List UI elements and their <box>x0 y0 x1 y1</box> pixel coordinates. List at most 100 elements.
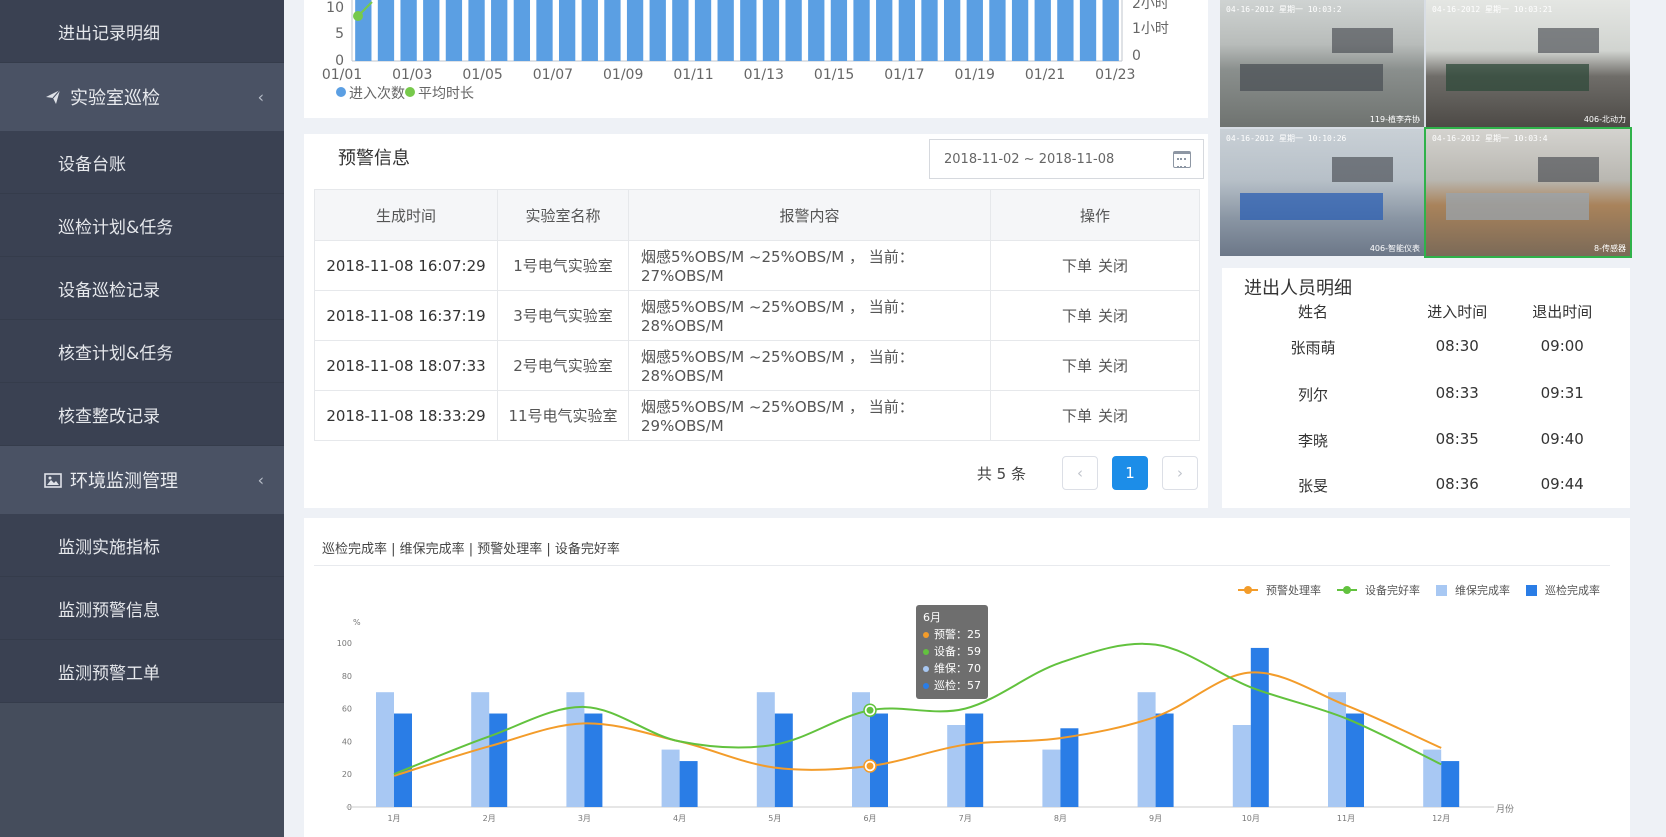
camera-feed[interactable]: 04-16-2012 星期一 10:03:21 406-北动力 <box>1426 0 1630 127</box>
camera-feed[interactable]: 04-16-2012 星期一 10:03:4 8-传感器 <box>1424 127 1632 258</box>
bar-维保完成率[interactable] <box>661 749 680 807</box>
exit-time: 09:44 <box>1540 475 1584 493</box>
entry-bar[interactable] <box>853 0 870 61</box>
entry-bar[interactable] <box>491 0 508 61</box>
bar-巡检完成率[interactable] <box>394 713 412 807</box>
entry-bar[interactable] <box>649 0 666 61</box>
bar-巡检完成率[interactable] <box>584 713 603 807</box>
order-link[interactable]: 下单 <box>1062 357 1092 375</box>
entry-bar[interactable] <box>808 0 825 61</box>
close-link[interactable]: 关闭 <box>1098 257 1128 275</box>
menu-group-7[interactable]: 环境监测管理 ‹ <box>0 446 284 514</box>
row-actions: 下单 关闭 <box>990 290 1200 341</box>
entry-bar[interactable] <box>581 0 598 61</box>
close-link[interactable]: 关闭 <box>1098 357 1128 375</box>
warning-panel: 预警信息 2018-11-02 ~ 2018-11-08 生成时间 实验室名称 … <box>304 134 1208 508</box>
bar-维保完成率[interactable] <box>1328 692 1346 807</box>
sidebar-item[interactable]: 进出记录明细 <box>0 0 284 63</box>
camera-timestamp: 04-16-2012 星期一 10:03:4 <box>1432 134 1548 143</box>
sidebar-item[interactable]: 核查计划&任务 <box>0 320 284 383</box>
bar-巡检完成率[interactable] <box>489 713 508 807</box>
bar-维保完成率[interactable] <box>1042 749 1061 807</box>
entry-bar[interactable] <box>830 0 848 61</box>
entry-bar[interactable] <box>423 0 440 61</box>
sidebar-item[interactable]: 监测预警信息 <box>0 577 284 640</box>
entry-bar[interactable] <box>943 0 961 61</box>
x-tick-label: 01/15 <box>814 67 854 83</box>
entry-bar[interactable] <box>672 0 689 61</box>
entry-bar[interactable] <box>1102 0 1119 61</box>
entry-bar[interactable] <box>921 0 938 61</box>
entry-bar[interactable] <box>762 0 780 61</box>
entry-bar[interactable] <box>400 0 417 61</box>
video-wall: 04-16-2012 星期一 10:03:2 119-植李卉协 04-16-2012… <box>1220 0 1632 258</box>
highlight-point-core <box>866 762 874 770</box>
category-label: 7月 <box>959 814 972 823</box>
camera-feed[interactable]: 04-16-2012 星期一 10:03:2 119-植李卉协 <box>1220 0 1424 127</box>
sidebar-item[interactable]: 巡检计划&任务 <box>0 194 284 257</box>
camera-feed[interactable]: 04-16-2012 星期一 10:10:26 406-智能仪表 <box>1220 129 1424 256</box>
bar-巡检完成率[interactable] <box>774 713 793 807</box>
entry-bar[interactable] <box>558 0 576 61</box>
bar-巡检完成率[interactable] <box>1346 713 1364 807</box>
entry-bar[interactable] <box>355 0 372 61</box>
order-link[interactable]: 下单 <box>1062 257 1092 275</box>
order-link[interactable]: 下单 <box>1062 407 1092 425</box>
close-link[interactable]: 关闭 <box>1098 407 1128 425</box>
total-count: 共 5 条 <box>976 464 1026 483</box>
entry-bar[interactable] <box>445 0 463 61</box>
bar-维保完成率[interactable] <box>1423 749 1442 807</box>
entry-bar[interactable] <box>513 0 531 61</box>
sidebar-item[interactable]: 设备台账 <box>0 131 284 194</box>
entry-bar[interactable] <box>626 0 644 61</box>
entry-bar[interactable] <box>1011 0 1029 61</box>
warning-title: 预警信息 <box>338 148 410 169</box>
entry-bar[interactable] <box>1034 0 1051 61</box>
prev-page-button[interactable]: ‹ <box>1062 456 1098 490</box>
bar-维保完成率[interactable] <box>1232 725 1251 807</box>
entry-bar[interactable] <box>966 0 983 61</box>
bar-维保完成率[interactable] <box>947 725 966 807</box>
entry-bar[interactable] <box>989 0 1006 61</box>
table-row: 2018-11-08 16:07:29 1号电气实验室 烟感5%OBS/M ~25%… <box>314 240 1200 291</box>
close-link[interactable]: 关闭 <box>1098 307 1128 325</box>
bar-巡检完成率[interactable] <box>1441 761 1460 807</box>
entry-bar[interactable] <box>468 0 485 61</box>
bar-巡检完成率[interactable] <box>1060 728 1079 807</box>
sidebar-item[interactable]: 监测实施指标 <box>0 514 284 577</box>
y-axis-label: % <box>353 618 361 627</box>
sidebar-item[interactable]: 设备巡检记录 <box>0 257 284 320</box>
entry-bar[interactable] <box>876 0 893 61</box>
next-page-button[interactable]: › <box>1162 456 1198 490</box>
bar-维保完成率[interactable] <box>756 692 775 807</box>
date-range-picker[interactable]: 2018-11-02 ~ 2018-11-08 <box>929 139 1204 179</box>
entry-bar[interactable] <box>785 0 802 61</box>
bar-维保完成率[interactable] <box>566 692 585 807</box>
entry-bar[interactable] <box>898 0 916 61</box>
entry-bar[interactable] <box>717 0 734 61</box>
page-button-1[interactable]: 1 <box>1112 456 1148 490</box>
entry-bar[interactable] <box>740 0 757 61</box>
sidebar-item[interactable]: 核查整改记录 <box>0 383 284 446</box>
bar-巡检完成率[interactable] <box>1155 713 1174 807</box>
camera-timestamp: 04-16-2012 星期一 10:03:2 <box>1226 5 1342 14</box>
entry-bar[interactable] <box>1057 0 1074 61</box>
entry-bar[interactable] <box>1079 0 1097 61</box>
menu-group-label: 环境监测管理 <box>70 471 178 492</box>
entry-bar[interactable] <box>604 0 621 61</box>
calendar-icon[interactable] <box>1173 151 1191 168</box>
menu-group-1[interactable]: 实验室巡检 ‹ <box>0 63 284 131</box>
order-link[interactable]: 下单 <box>1062 307 1092 325</box>
entry-bar[interactable] <box>694 0 712 61</box>
bar-维保完成率[interactable] <box>376 692 394 807</box>
tooltip-line: 设备：59 <box>923 643 981 660</box>
sidebar-item[interactable]: 监测预警工单 <box>0 640 284 703</box>
entry-bar[interactable] <box>536 0 553 61</box>
x-tick-label: 01/17 <box>884 67 924 83</box>
x-axis-label: 月份 <box>1496 803 1514 815</box>
bar-维保完成率[interactable] <box>1137 692 1156 807</box>
bar-巡检完成率[interactable] <box>679 761 698 807</box>
row-actions: 下单 关闭 <box>990 390 1200 441</box>
entry-bar[interactable] <box>377 0 395 61</box>
bar-巡检完成率[interactable] <box>965 713 984 807</box>
